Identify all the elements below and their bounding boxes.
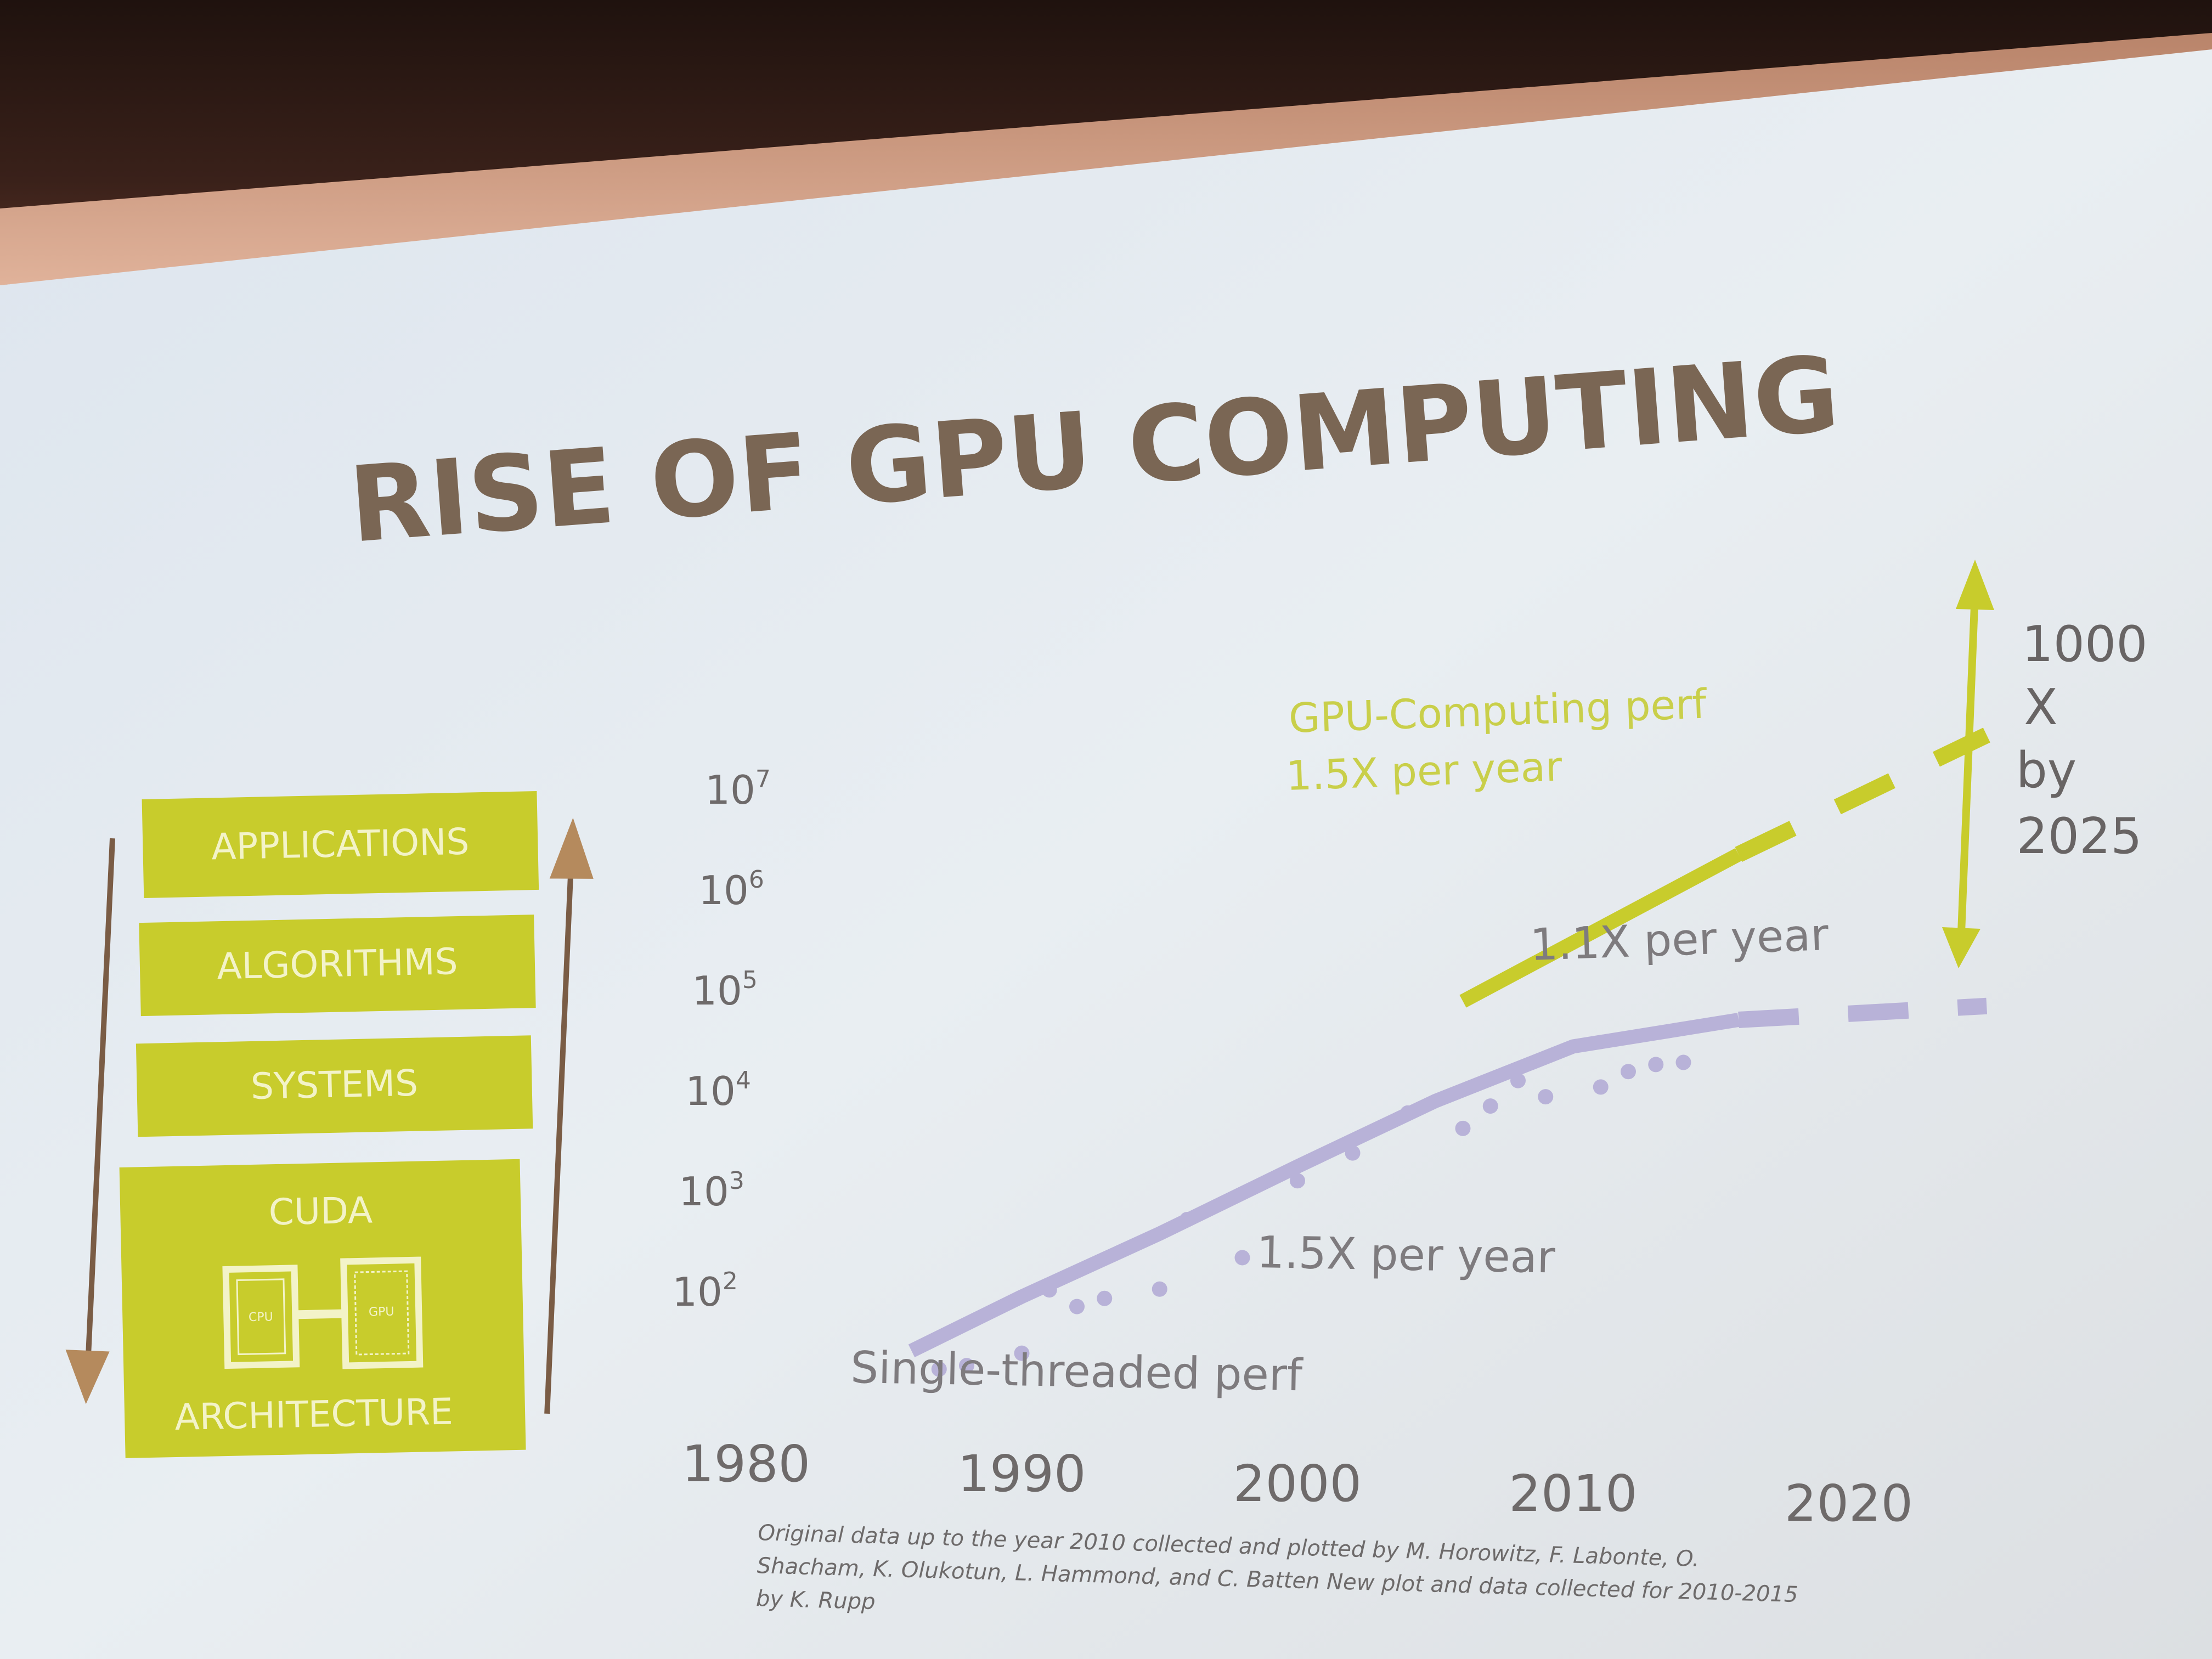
single-early-rate-label: 1.5X per year	[1256, 1227, 1556, 1283]
data-point	[1675, 1054, 1691, 1070]
data-point	[1069, 1299, 1085, 1314]
x-tick-label: 1980	[682, 1435, 810, 1493]
data-point	[1290, 1173, 1305, 1189]
data-point	[1152, 1281, 1167, 1297]
layer-label-architecture: ARCHITECTURE	[174, 1390, 454, 1438]
citation-line-3: by K. Rupp	[756, 1586, 876, 1615]
slide-canvas: RISE OF GPU COMPUTING APPLICATIONS ALGOR…	[0, 33, 2212, 1659]
data-point	[1400, 1105, 1415, 1121]
x-tick-label: 2020	[1785, 1474, 1913, 1533]
data-point	[1345, 1145, 1361, 1161]
layer-label-algorithms: ALGORITHMS	[217, 940, 459, 988]
layer-label-cuda: CUDA	[268, 1189, 373, 1233]
data-point	[1621, 1064, 1636, 1080]
data-point	[1593, 1079, 1609, 1095]
gap-label-line1: 1000	[2022, 616, 2147, 673]
data-point	[1648, 1057, 1664, 1073]
data-point	[1041, 1282, 1057, 1298]
x-tick-label: 1990	[957, 1444, 1086, 1503]
layer-label-systems: SYSTEMS	[250, 1062, 419, 1108]
data-point	[1234, 1250, 1250, 1266]
data-point	[1510, 1073, 1526, 1088]
gpu-series-label-line2: 1.5X per year	[1285, 743, 1564, 800]
gap-label-line2: X	[2024, 679, 2058, 736]
gap-label-line4: 2025	[2016, 808, 2142, 865]
gpu-label: GPU	[369, 1305, 394, 1319]
data-point	[1455, 1120, 1471, 1136]
single-series-label: Single-threaded perf	[850, 1342, 1304, 1401]
data-point	[1180, 1211, 1195, 1227]
cpu-label: CPU	[249, 1310, 273, 1324]
gap-label-line3: by	[2016, 742, 2076, 799]
data-point	[1482, 1098, 1498, 1114]
projection-screen: RISE OF GPU COMPUTING APPLICATIONS ALGOR…	[0, 0, 2212, 1659]
single-late-rate-label: 1.1X per year	[1529, 909, 1829, 970]
data-point	[1538, 1089, 1554, 1105]
data-point	[1097, 1290, 1113, 1306]
slide: RISE OF GPU COMPUTING APPLICATIONS ALGOR…	[0, 0, 2212, 1659]
layer-label-applications: APPLICATIONS	[211, 821, 470, 868]
x-tick-label: 2000	[1233, 1454, 1362, 1513]
chip-link	[295, 1309, 345, 1319]
x-tick-label: 2010	[1509, 1464, 1637, 1523]
